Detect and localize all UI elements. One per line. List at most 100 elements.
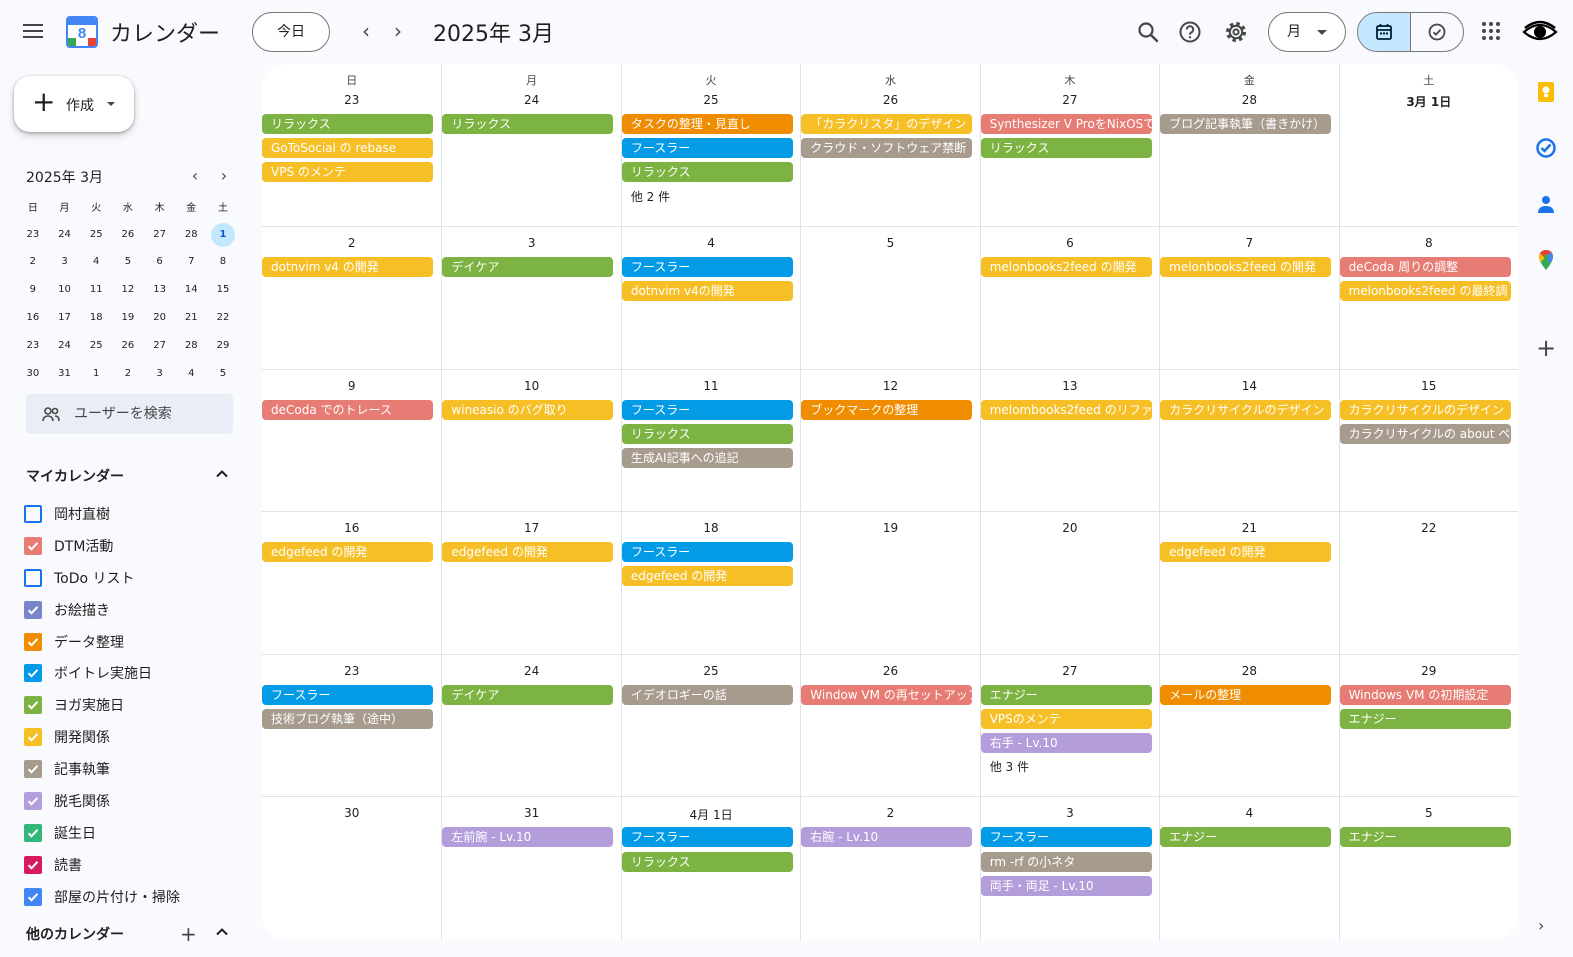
collapse-my-calendars-icon[interactable] bbox=[212, 464, 232, 484]
day-cell[interactable]: 21 edgefeed の開発 bbox=[1159, 512, 1338, 655]
google-apps-grid-icon[interactable] bbox=[1482, 22, 1502, 42]
day-number[interactable]: 28 bbox=[1160, 93, 1338, 107]
day-cell[interactable]: 15 カラクリサイクルのデザイン カラクリサイクルの about ペ bbox=[1338, 369, 1518, 513]
day-number[interactable]: 6 bbox=[981, 236, 1159, 250]
day-number[interactable]: 21 bbox=[1160, 521, 1338, 535]
expand-side-panel-icon[interactable]: › bbox=[1538, 916, 1544, 935]
checkbox-unchecked-icon[interactable] bbox=[24, 568, 42, 587]
day-number[interactable]: 23 bbox=[262, 93, 441, 107]
event-chip[interactable]: エナジー bbox=[1339, 827, 1511, 848]
mini-day[interactable]: 1 bbox=[207, 222, 239, 247]
mini-day[interactable]: 1 bbox=[80, 362, 112, 386]
day-cell[interactable]: 29 Windows VM の初期設定 エナジー bbox=[1338, 654, 1518, 798]
maps-icon[interactable] bbox=[1534, 248, 1558, 272]
today-button[interactable]: 今日 bbox=[252, 12, 330, 52]
day-number[interactable]: 27 bbox=[981, 93, 1159, 107]
day-cell[interactable]: 13 melombooks2feed のリファ bbox=[979, 369, 1159, 513]
mini-day[interactable]: 8 bbox=[207, 250, 239, 274]
day-cell[interactable]: 3 デイケア bbox=[441, 227, 620, 370]
mini-day[interactable]: 5 bbox=[112, 250, 144, 274]
day-cell[interactable]: 12 ブックマークの整理 bbox=[800, 369, 979, 513]
event-chip[interactable]: リラックス bbox=[262, 114, 433, 134]
mini-day[interactable]: 11 bbox=[80, 278, 112, 302]
day-cell[interactable]: 2 右腕 - Lv.10 bbox=[800, 797, 979, 940]
day-cell[interactable]: 22 bbox=[1338, 512, 1518, 655]
mini-day[interactable]: 16 bbox=[17, 306, 49, 330]
event-chip[interactable]: melombooks2feed のリファ bbox=[980, 399, 1152, 420]
event-chip[interactable]: dotnvim v4の開発 bbox=[621, 281, 793, 302]
day-number[interactable]: 23 bbox=[262, 664, 441, 678]
day-number[interactable]: 26 bbox=[801, 93, 979, 107]
mini-day[interactable]: 3 bbox=[49, 250, 81, 274]
mini-day[interactable]: 4 bbox=[175, 362, 207, 386]
day-number[interactable]: 22 bbox=[1340, 521, 1518, 535]
day-number[interactable]: 5 bbox=[1340, 806, 1518, 820]
event-chip[interactable]: VPSのメンテ bbox=[980, 708, 1152, 729]
event-chip[interactable]: フースラー bbox=[621, 399, 793, 420]
mini-prev-month-icon[interactable]: ‹ bbox=[185, 166, 205, 185]
event-chip[interactable]: 右腕 - Lv.10 bbox=[801, 827, 973, 848]
day-cell[interactable]: 5 bbox=[800, 227, 979, 370]
mini-day[interactable]: 15 bbox=[207, 278, 239, 302]
calendar-list-item[interactable]: お絵描き bbox=[24, 594, 180, 626]
mini-day[interactable]: 9 bbox=[17, 278, 49, 302]
day-cell[interactable]: 月 24 リラックス bbox=[441, 64, 620, 226]
day-cell[interactable]: 23 フースラー 技術ブログ執筆（途中） bbox=[262, 655, 441, 798]
event-chip[interactable]: エナジー bbox=[980, 684, 1152, 705]
event-chip[interactable]: dotnvim v4 の開発 bbox=[262, 257, 433, 277]
next-month-icon[interactable]: › bbox=[384, 18, 412, 46]
help-icon[interactable] bbox=[1174, 16, 1206, 48]
mini-day[interactable]: 21 bbox=[175, 306, 207, 330]
get-addons-plus-icon[interactable]: + bbox=[1536, 334, 1556, 362]
calendar-list-item[interactable]: 部屋の片付け・掃除 bbox=[24, 881, 180, 913]
day-number[interactable]: 25 bbox=[622, 664, 800, 678]
day-number[interactable]: 18 bbox=[622, 521, 800, 535]
day-cell[interactable]: 金 28 ブログ記事執筆（書きかけ） bbox=[1159, 64, 1338, 226]
day-cell[interactable]: 火 25 タスクの整理・見直し フースラー リラックス他 2 件 bbox=[620, 64, 800, 226]
previous-month-icon[interactable]: ‹ bbox=[352, 18, 380, 46]
day-cell[interactable]: 水 26 「カラクリスタ」のデザイン クラウド・ソフトウェア禁断 bbox=[800, 64, 979, 226]
day-cell[interactable]: 土 3月 1日 bbox=[1338, 64, 1518, 226]
day-number[interactable]: 3月 1日 bbox=[1340, 93, 1518, 110]
event-chip[interactable]: フースラー bbox=[621, 827, 793, 848]
event-chip[interactable]: カラクリサイクルのデザイン bbox=[1339, 399, 1511, 420]
search-icon[interactable] bbox=[1132, 16, 1164, 48]
day-cell[interactable]: 14 カラクリサイクルのデザイン bbox=[1159, 369, 1338, 513]
mini-day[interactable]: 13 bbox=[144, 278, 176, 302]
event-chip[interactable]: リラックス bbox=[621, 162, 793, 183]
day-number[interactable]: 4 bbox=[622, 236, 800, 250]
event-chip[interactable]: メールの整理 bbox=[1160, 684, 1332, 705]
event-chip[interactable]: エナジー bbox=[1339, 708, 1511, 729]
checkbox-checked-icon[interactable] bbox=[24, 696, 42, 715]
mini-day[interactable]: 2 bbox=[17, 250, 49, 274]
event-chip[interactable]: edgefeed の開発 bbox=[442, 542, 614, 563]
checkbox-checked-icon[interactable] bbox=[24, 887, 42, 906]
event-chip[interactable]: リラックス bbox=[980, 138, 1152, 159]
calendar-list-item[interactable]: 脱毛関係 bbox=[24, 785, 180, 817]
calendar-list-item[interactable]: 記事執筆 bbox=[24, 753, 180, 785]
mini-day[interactable]: 23 bbox=[17, 223, 49, 247]
day-cell[interactable]: 2 dotnvim v4 の開発 bbox=[262, 227, 441, 370]
event-chip[interactable]: Windows VM の初期設定 bbox=[1339, 684, 1511, 705]
mini-day[interactable]: 24 bbox=[49, 223, 81, 247]
event-chip[interactable]: リラックス bbox=[621, 423, 793, 444]
calendar-list-item[interactable]: ToDo リスト bbox=[24, 562, 180, 594]
checkbox-checked-icon[interactable] bbox=[24, 600, 42, 619]
day-number[interactable]: 26 bbox=[801, 664, 979, 678]
event-chip[interactable]: タスクの整理・見直し bbox=[621, 114, 793, 134]
day-number[interactable]: 20 bbox=[981, 521, 1159, 535]
day-cell[interactable]: 木 27 Synthesizer V ProをNixOSで リラックス bbox=[979, 64, 1159, 226]
day-number[interactable]: 30 bbox=[262, 806, 441, 820]
calendar-list-item[interactable]: ヨガ実施日 bbox=[24, 689, 180, 721]
event-chip[interactable]: 両手・両足 - Lv.10 bbox=[980, 875, 1152, 896]
checkbox-checked-icon[interactable] bbox=[24, 855, 42, 874]
mini-day[interactable]: 2 bbox=[112, 362, 144, 386]
mini-day[interactable]: 29 bbox=[207, 334, 239, 358]
mini-day[interactable]: 23 bbox=[17, 334, 49, 358]
event-chip[interactable]: edgefeed の開発 bbox=[262, 542, 433, 563]
day-cell[interactable]: 6 melonbooks2feed の開発 bbox=[979, 227, 1159, 370]
event-chip[interactable]: クラウド・ソフトウェア禁断 bbox=[801, 138, 973, 159]
event-chip[interactable]: deCoda 周りの調整 bbox=[1339, 257, 1511, 277]
mini-day[interactable]: 14 bbox=[175, 278, 207, 302]
day-number[interactable]: 16 bbox=[262, 521, 441, 535]
